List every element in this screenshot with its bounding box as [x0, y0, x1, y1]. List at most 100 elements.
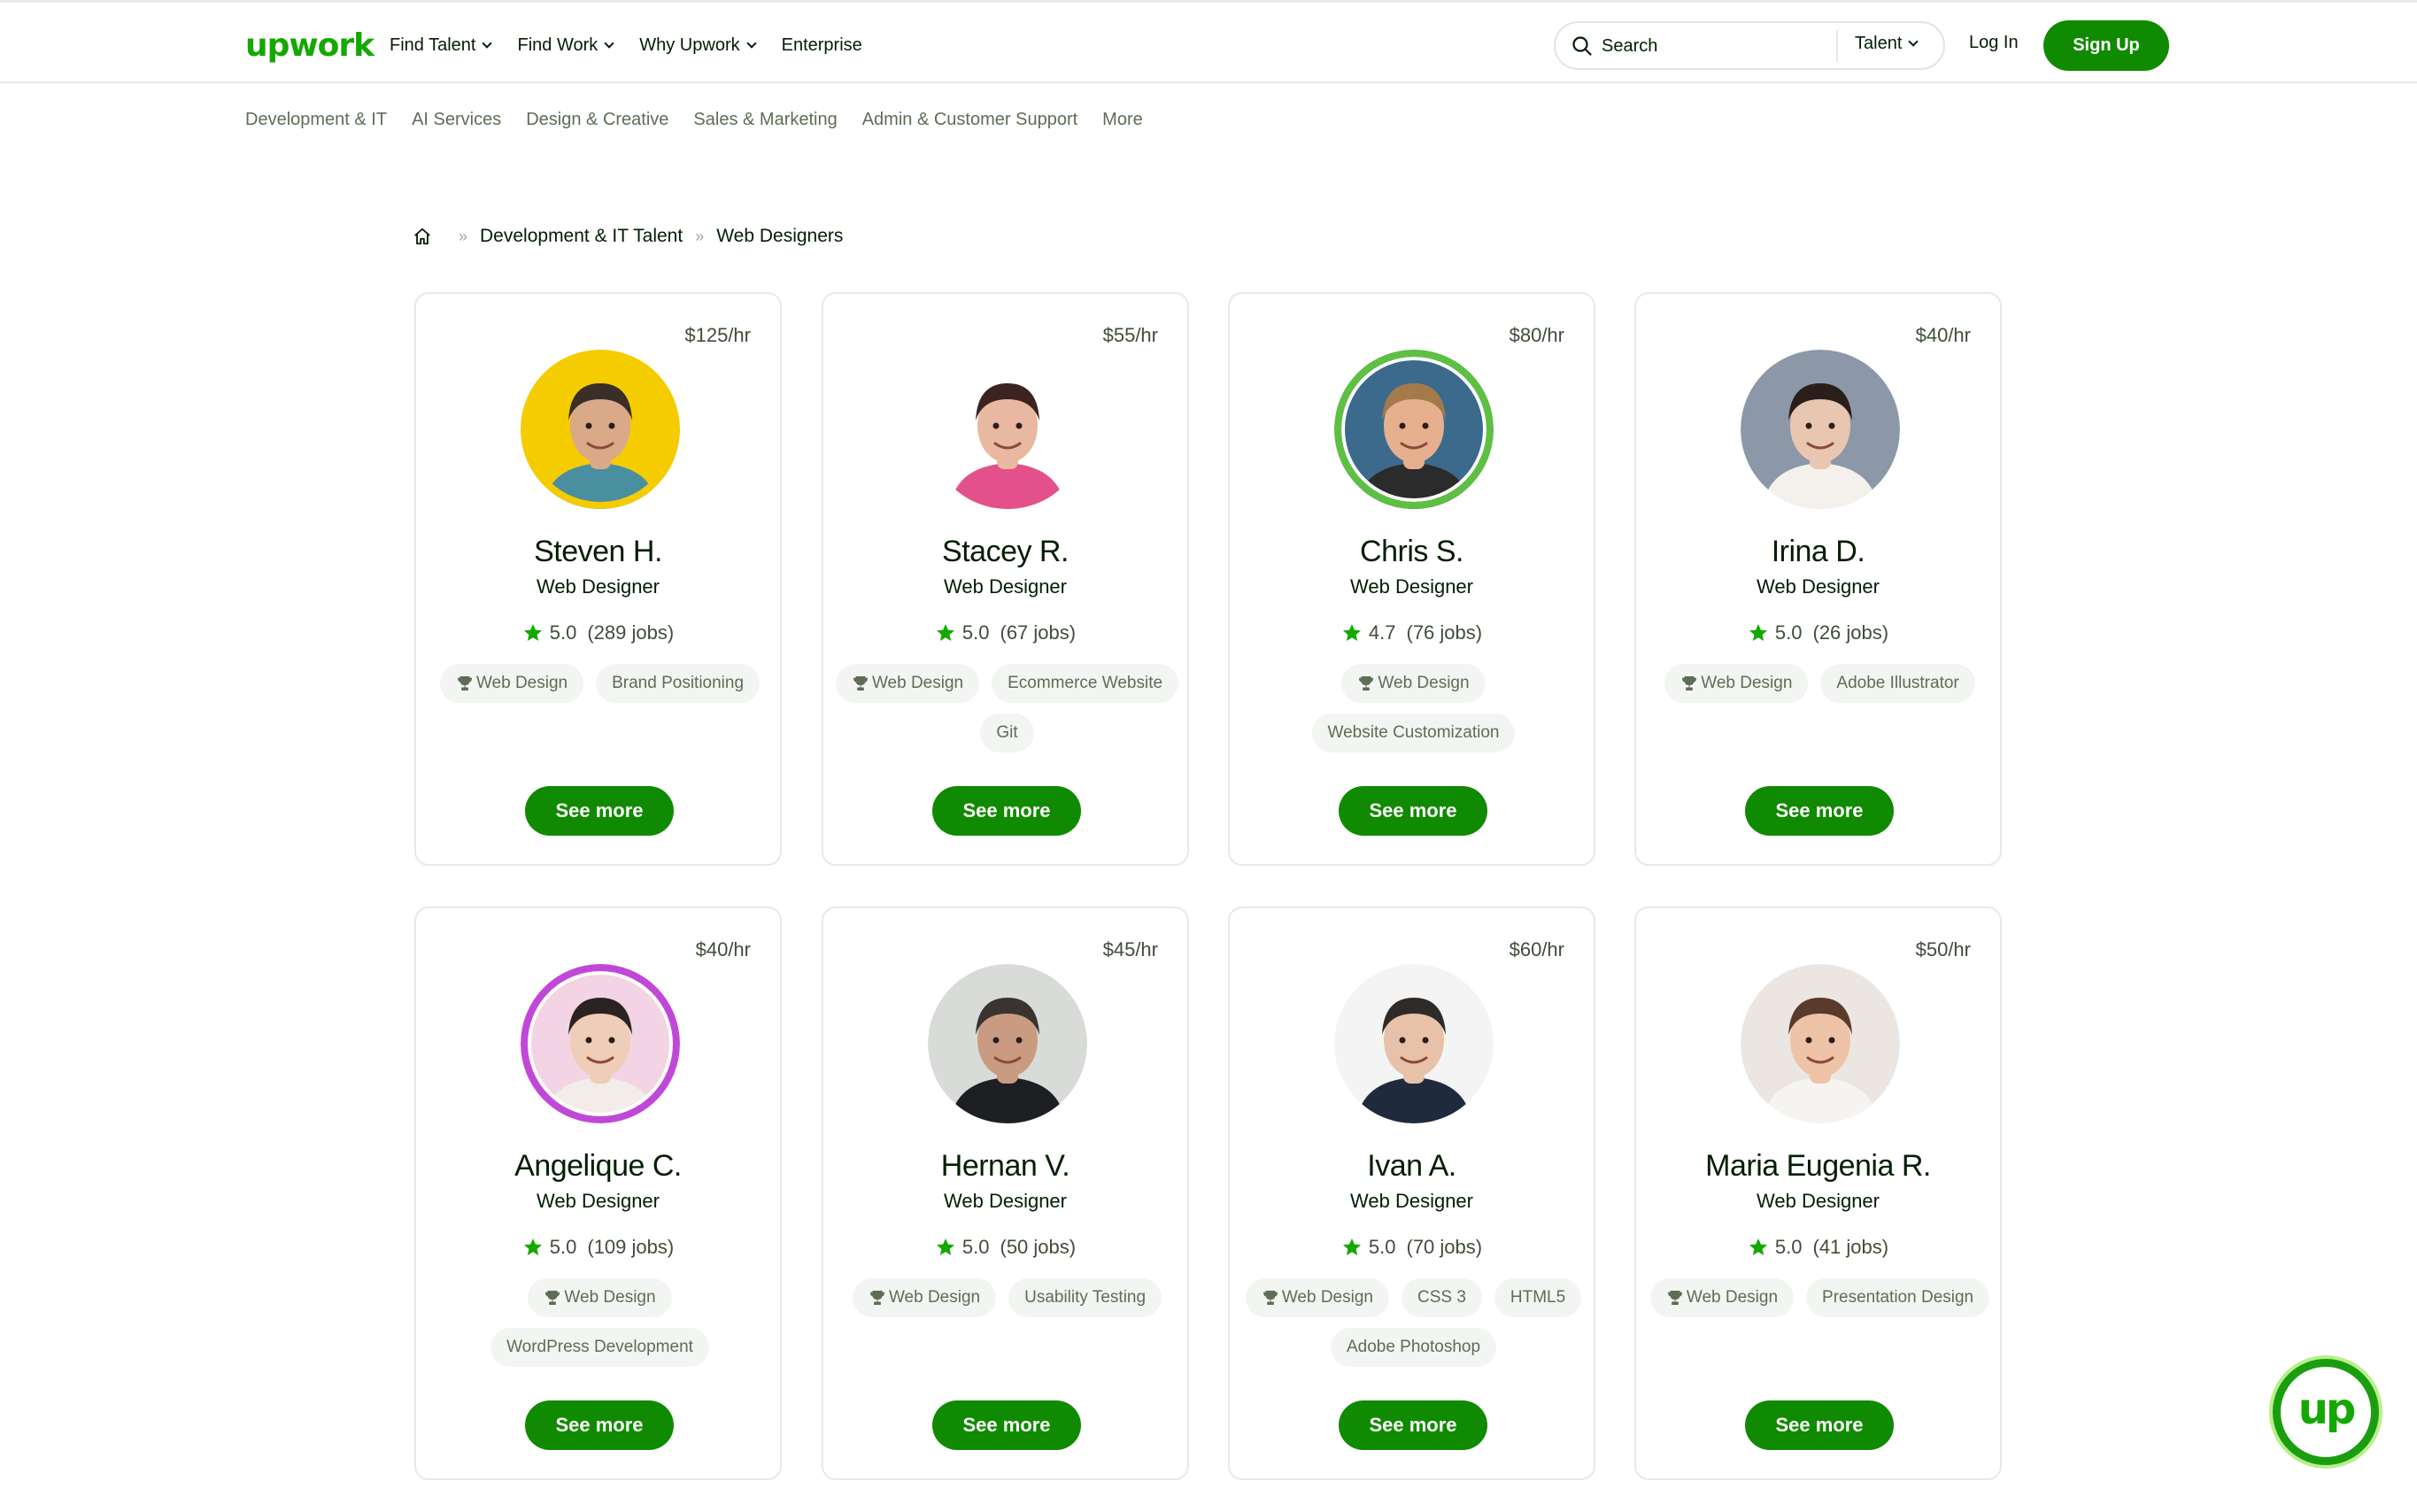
chevron-down-icon	[482, 37, 493, 49]
rating: 5.0 (289 jobs)	[416, 621, 780, 644]
freelancer-title: Web Designer	[537, 1190, 660, 1212]
search-input[interactable]	[1602, 32, 1867, 60]
skill-chip[interactable]: Git	[980, 714, 1034, 752]
top-skill-chip[interactable]: Web Design	[1664, 664, 1809, 703]
see-more-button[interactable]: See more	[525, 786, 674, 836]
skill-chip[interactable]: Usability Testing	[1008, 1278, 1162, 1317]
freelancer-card[interactable]: $45/hr Hernan V. Web Designer 5.0 (50 jo…	[822, 906, 1189, 1480]
nav-find-work[interactable]: Find Work	[517, 29, 614, 61]
nav-find-talent-label: Find Talent	[390, 35, 476, 55]
skill-label: CSS 3	[1417, 1288, 1466, 1307]
trophy-icon	[853, 676, 868, 690]
nav-enterprise[interactable]: Enterprise	[782, 29, 862, 61]
skill-chip[interactable]: Ecommerce Website	[992, 664, 1179, 703]
skill-chip[interactable]: HTML5	[1494, 1278, 1582, 1317]
hourly-rate: $40/hr	[1915, 324, 1971, 346]
rating: 5.0 (26 jobs)	[1636, 621, 2000, 644]
skill-chip[interactable]: CSS 3	[1401, 1278, 1482, 1317]
search-scope-dropdown[interactable]: Talent	[1855, 34, 1919, 54]
skill-chip[interactable]: WordPress Development	[490, 1328, 709, 1367]
top-header: upwork Find Talent Find Work Why Upwork …	[0, 0, 2417, 83]
nav-why-upwork[interactable]: Why Upwork	[639, 29, 757, 61]
top-skill-chip[interactable]: Web Design	[439, 664, 584, 703]
breadcrumb-link[interactable]: Development & IT Talent	[480, 226, 683, 247]
see-more-button[interactable]: See more	[525, 1400, 674, 1450]
skill-chip[interactable]: Brand Positioning	[596, 664, 761, 703]
see-more-button[interactable]: See more	[1745, 1400, 1894, 1450]
category-development-it[interactable]: Development & IT	[245, 110, 387, 130]
login-link[interactable]: Log In	[1969, 33, 2019, 53]
upwork-logo[interactable]: upwork	[245, 27, 375, 64]
skill-chip[interactable]: Adobe Photoshop	[1330, 1328, 1497, 1367]
hourly-rate: $50/hr	[1915, 938, 1971, 960]
freelancer-card[interactable]: $55/hr Stacey R. Web Designer 5.0 (67 jo…	[822, 292, 1189, 866]
category-more[interactable]: More	[1102, 110, 1143, 130]
avatar[interactable]	[521, 350, 680, 509]
category-admin-support[interactable]: Admin & Customer Support	[862, 110, 1077, 130]
skill-chip[interactable]: Website Customization	[1311, 714, 1516, 752]
avatar[interactable]	[1334, 964, 1494, 1123]
avatar[interactable]	[1334, 350, 1494, 509]
rating: 4.7 (76 jobs)	[1230, 621, 1594, 644]
see-more-button[interactable]: See more	[932, 786, 1081, 836]
top-skill-chip[interactable]: Web Design	[1245, 1278, 1389, 1317]
freelancer-card[interactable]: $50/hr Maria Eugenia R. Web Designer 5.0…	[1634, 906, 2002, 1480]
skill-label: Website Customization	[1327, 723, 1500, 742]
see-more-button[interactable]: See more	[1339, 786, 1487, 836]
signup-button[interactable]: Sign Up	[2043, 20, 2169, 71]
freelancer-card[interactable]: $80/hr Chris S. Web Designer 4.7 (76 job…	[1228, 292, 1595, 866]
star-icon	[1749, 1238, 1767, 1255]
category-ai-services[interactable]: AI Services	[412, 110, 501, 130]
avatar[interactable]	[1741, 350, 1900, 509]
skill-chip[interactable]: Presentation Design	[1806, 1278, 1990, 1317]
freelancer-title: Web Designer	[537, 575, 660, 598]
rating: 5.0 (67 jobs)	[823, 621, 1187, 644]
main-nav: Find Talent Find Work Why Upwork Enterpr…	[390, 29, 889, 61]
skill-label: Web Design	[871, 674, 964, 692]
nav-find-talent[interactable]: Find Talent	[390, 29, 493, 61]
skill-label: Adobe Illustrator	[1836, 674, 1959, 692]
search-icon[interactable]	[1571, 35, 1593, 57]
freelancer-card[interactable]: $40/hr Angelique C. Web Designer 5.0 (10…	[414, 906, 782, 1480]
top-skill-chip[interactable]: Web Design	[1341, 664, 1486, 703]
skill-list: Web Design Usability Testing	[832, 1278, 1182, 1317]
see-more-button[interactable]: See more	[1339, 1400, 1487, 1450]
see-more-button[interactable]: See more	[932, 1400, 1081, 1450]
freelancer-name[interactable]: Stacey R.	[823, 535, 1187, 569]
freelancer-name[interactable]: Chris S.	[1230, 535, 1594, 569]
top-skill-chip[interactable]: Web Design	[835, 664, 980, 703]
top-skill-chip[interactable]: Web Design	[1649, 1278, 1795, 1317]
freelancer-card[interactable]: $60/hr Ivan A. Web Designer 5.0 (70 jobs…	[1228, 906, 1595, 1480]
top-skill-chip[interactable]: Web Design	[852, 1278, 997, 1317]
freelancer-name[interactable]: Ivan A.	[1230, 1149, 1594, 1184]
category-sales-marketing[interactable]: Sales & Marketing	[693, 110, 837, 130]
freelancer-card[interactable]: $40/hr Irina D. Web Designer 5.0 (26 job…	[1634, 292, 2002, 866]
skill-chip[interactable]: Adobe Illustrator	[1820, 664, 1975, 703]
category-design-creative[interactable]: Design & Creative	[526, 110, 668, 130]
avatar-photo	[1741, 964, 1900, 1123]
avatar[interactable]	[521, 964, 680, 1123]
search-divider	[1836, 30, 1838, 62]
skill-label: WordPress Development	[506, 1338, 693, 1356]
skill-label: Usability Testing	[1024, 1288, 1147, 1307]
freelancer-name[interactable]: Irina D.	[1636, 535, 2000, 569]
avatar[interactable]	[928, 964, 1087, 1123]
freelancer-name[interactable]: Maria Eugenia R.	[1636, 1149, 2000, 1184]
home-icon[interactable]	[413, 227, 432, 246]
freelancer-title: Web Designer	[944, 1190, 1067, 1212]
avatar-photo	[521, 350, 680, 509]
avatar[interactable]	[928, 350, 1087, 509]
freelancer-name[interactable]: Hernan V.	[823, 1149, 1187, 1184]
freelancer-name[interactable]: Steven H.	[416, 535, 780, 569]
nav-enterprise-label: Enterprise	[781, 35, 862, 55]
job-count: (109 jobs)	[587, 1236, 675, 1258]
rating-score: 5.0	[549, 621, 577, 644]
freelancer-card[interactable]: $125/hr Steven H. Web Designer 5.0 (289 …	[414, 292, 782, 866]
avatar[interactable]	[1741, 964, 1900, 1123]
upwork-chat-badge[interactable]: up	[2269, 1355, 2382, 1469]
top-skill-chip[interactable]: Web Design	[528, 1278, 672, 1317]
skill-list: Web Design Brand Positioning	[425, 664, 775, 703]
see-more-button[interactable]: See more	[1745, 786, 1894, 836]
freelancer-name[interactable]: Angelique C.	[416, 1149, 780, 1184]
breadcrumb-current: Web Designers	[716, 226, 844, 246]
